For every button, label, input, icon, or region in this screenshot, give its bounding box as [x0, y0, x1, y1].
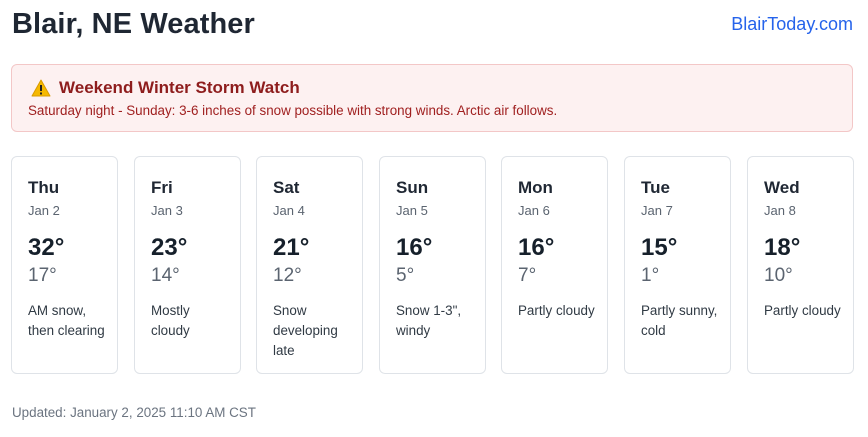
day-date: Jan 8: [764, 203, 796, 218]
low-temp: 1°: [641, 265, 660, 286]
weather-page: Blair, NE Weather BlairToday.com Weekend…: [0, 0, 868, 437]
day-name: Fri: [151, 178, 173, 197]
forecast-day-card: Fri Jan 3 23° 14° Mostly cloudy: [134, 156, 241, 374]
condition-text: Mostly cloudy: [151, 303, 190, 338]
low-temp: 7°: [518, 265, 537, 286]
alert-title-row: Weekend Winter Storm Watch: [28, 77, 836, 99]
day-date: Jan 5: [396, 203, 428, 218]
page-header: Blair, NE Weather BlairToday.com: [12, 0, 853, 48]
low-temp: 12°: [273, 265, 302, 286]
blairtoday-link[interactable]: BlairToday.com: [731, 14, 853, 35]
day-date: Jan 2: [28, 203, 60, 218]
condition-text: Partly sunny, cold: [641, 303, 718, 338]
day-name: Sat: [273, 178, 300, 197]
condition-text: AM snow, then clearing: [28, 303, 105, 338]
condition-text: Partly cloudy: [764, 303, 841, 318]
day-date: Jan 7: [641, 203, 673, 218]
page-title: Blair, NE Weather: [12, 7, 255, 40]
high-temp: 15°: [641, 234, 678, 261]
high-temp: 32°: [28, 234, 65, 261]
forecast-row: Thu Jan 2 32° 17° AM snow, then clearing Fri J…: [11, 156, 854, 374]
storm-watch-alert: Weekend Winter Storm Watch Saturday nigh…: [11, 64, 853, 132]
day-date: Jan 4: [273, 203, 305, 218]
day-name: Mon: [518, 178, 553, 197]
low-temp: 17°: [28, 265, 57, 286]
low-temp: 10°: [764, 265, 793, 286]
alert-title: Weekend Winter Storm Watch: [59, 78, 300, 97]
day-name: Wed: [764, 178, 800, 197]
updated-timestamp: Updated: January 2, 2025 11:10 AM CST: [12, 405, 256, 420]
condition-text: Partly cloudy: [518, 303, 595, 318]
low-temp: 14°: [151, 265, 180, 286]
day-name: Sun: [396, 178, 429, 197]
high-temp: 18°: [764, 234, 801, 261]
day-date: Jan 6: [518, 203, 550, 218]
alert-text: Saturday night - Sunday: 3-6 inches of s…: [28, 103, 558, 118]
forecast-day-card: Thu Jan 2 32° 17° AM snow, then clearing: [11, 156, 118, 374]
condition-text: Snow 1-3", windy: [396, 303, 462, 338]
day-date: Jan 3: [151, 203, 183, 218]
forecast-day-card: Mon Jan 6 16° 7° Partly cloudy: [501, 156, 608, 374]
forecast-day-card: Sat Jan 4 21° 12° Snow developing late: [256, 156, 363, 374]
high-temp: 16°: [396, 234, 433, 261]
forecast-day-card: Wed Jan 8 18° 10° Partly cloudy: [747, 156, 854, 374]
forecast-day-card: Sun Jan 5 16° 5° Snow 1-3", windy: [379, 156, 486, 374]
high-temp: 16°: [518, 234, 555, 261]
high-temp: 23°: [151, 234, 188, 261]
condition-text: Snow developing late: [273, 303, 338, 358]
day-name: Thu: [28, 178, 60, 197]
day-name: Tue: [641, 178, 670, 197]
low-temp: 5°: [396, 265, 415, 286]
forecast-day-card: Tue Jan 7 15° 1° Partly sunny, cold: [624, 156, 731, 374]
warning-icon: [31, 79, 51, 97]
high-temp: 21°: [273, 234, 310, 261]
